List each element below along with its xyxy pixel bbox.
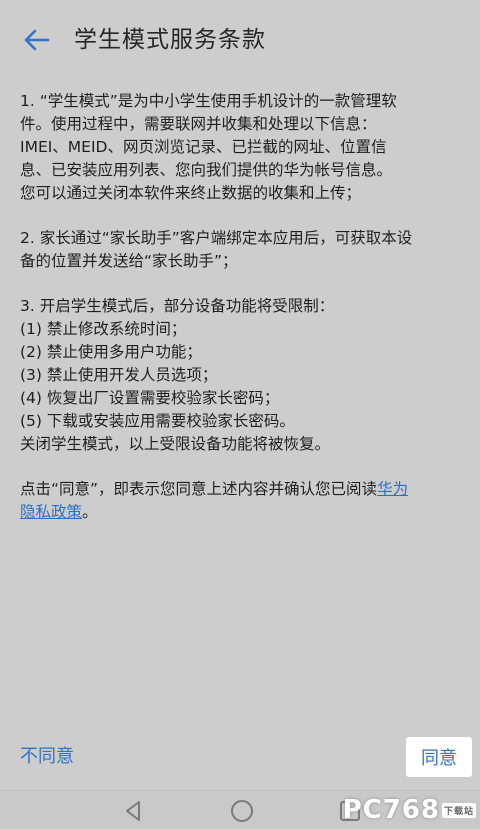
system-nav-bar: PC768 下载站: [0, 790, 480, 829]
text-line: IMEI、MEID、网页浏览记录、已拦截的网址、位置信: [20, 138, 387, 156]
privacy-link-part-2: 隐私政策: [20, 503, 83, 521]
text-line: 您可以通过关闭本软件来终止数据的收集和上传；: [20, 184, 362, 202]
page-title: 学生模式服务条款: [74, 27, 266, 53]
consent-text: 点击“同意”，即表示您同意上述内容并确认您已阅读: [20, 480, 378, 498]
text-line: 关闭学生模式，以上受限设备功能将被恢复。: [20, 435, 331, 453]
text-line: 息、已安装应用列表、您向我们提供的华为帐号信息。: [20, 161, 393, 179]
restriction-item: (3) 禁止使用开发人员选项；: [20, 366, 218, 384]
disagree-button[interactable]: 不同意: [20, 742, 74, 772]
text-line: 1. “学生模式”是为中小学生使用手机设计的一款管理软: [20, 92, 397, 110]
watermark-logo: PC768 下载站: [336, 793, 476, 827]
consent-text-end: 。: [82, 503, 98, 521]
terms-paragraph-2: 2. 家长通过“家长助手”客户端绑定本应用后，可获取本设 备的位置并发送给“家长…: [20, 227, 466, 273]
privacy-link-part-1: 华为: [377, 480, 409, 498]
agree-button[interactable]: 同意: [406, 737, 472, 777]
terms-paragraph-3: 3. 开启学生模式后，部分设备功能将受限制： (1) 禁止修改系统时间； (2)…: [20, 295, 466, 456]
text-line: 备的位置并发送给“家长助手”；: [20, 252, 238, 270]
nav-back-button[interactable]: [120, 797, 148, 825]
arrow-left-icon: [24, 29, 50, 51]
restriction-item: (5) 下载或安装应用需要校验家长密码。: [20, 412, 295, 430]
terms-paragraph-4: 点击“同意”，即表示您同意上述内容并确认您已阅读华为隐私政策。: [20, 478, 466, 524]
restriction-item: (1) 禁止修改系统时间；: [20, 320, 187, 338]
terms-paragraph-1: 1. “学生模式”是为中小学生使用手机设计的一款管理软 件。使用过程中，需要联网…: [20, 90, 466, 205]
watermark-brand: PC768: [342, 795, 440, 825]
triangle-back-icon: [126, 801, 140, 821]
restriction-item: (2) 禁止使用多用户功能；: [20, 343, 202, 361]
circle-home-icon: [231, 800, 253, 822]
text-line: 2. 家长通过“家长助手”客户端绑定本应用后，可获取本设: [20, 229, 413, 247]
watermark-sub: 下载站: [441, 802, 476, 818]
agree-label: 同意: [421, 748, 457, 769]
text-line: 3. 开启学生模式后，部分设备功能将受限制：: [20, 297, 335, 315]
restriction-item: (4) 恢复出厂设置需要校验家长密码；: [20, 389, 280, 407]
back-button[interactable]: [14, 20, 58, 60]
terms-content: 1. “学生模式”是为中小学生使用手机设计的一款管理软 件。使用过程中，需要联网…: [20, 90, 466, 546]
nav-home-button[interactable]: [228, 797, 256, 825]
app-header: 学生模式服务条款: [0, 0, 480, 80]
text-line: 件。使用过程中，需要联网并收集和处理以下信息：: [20, 115, 377, 133]
